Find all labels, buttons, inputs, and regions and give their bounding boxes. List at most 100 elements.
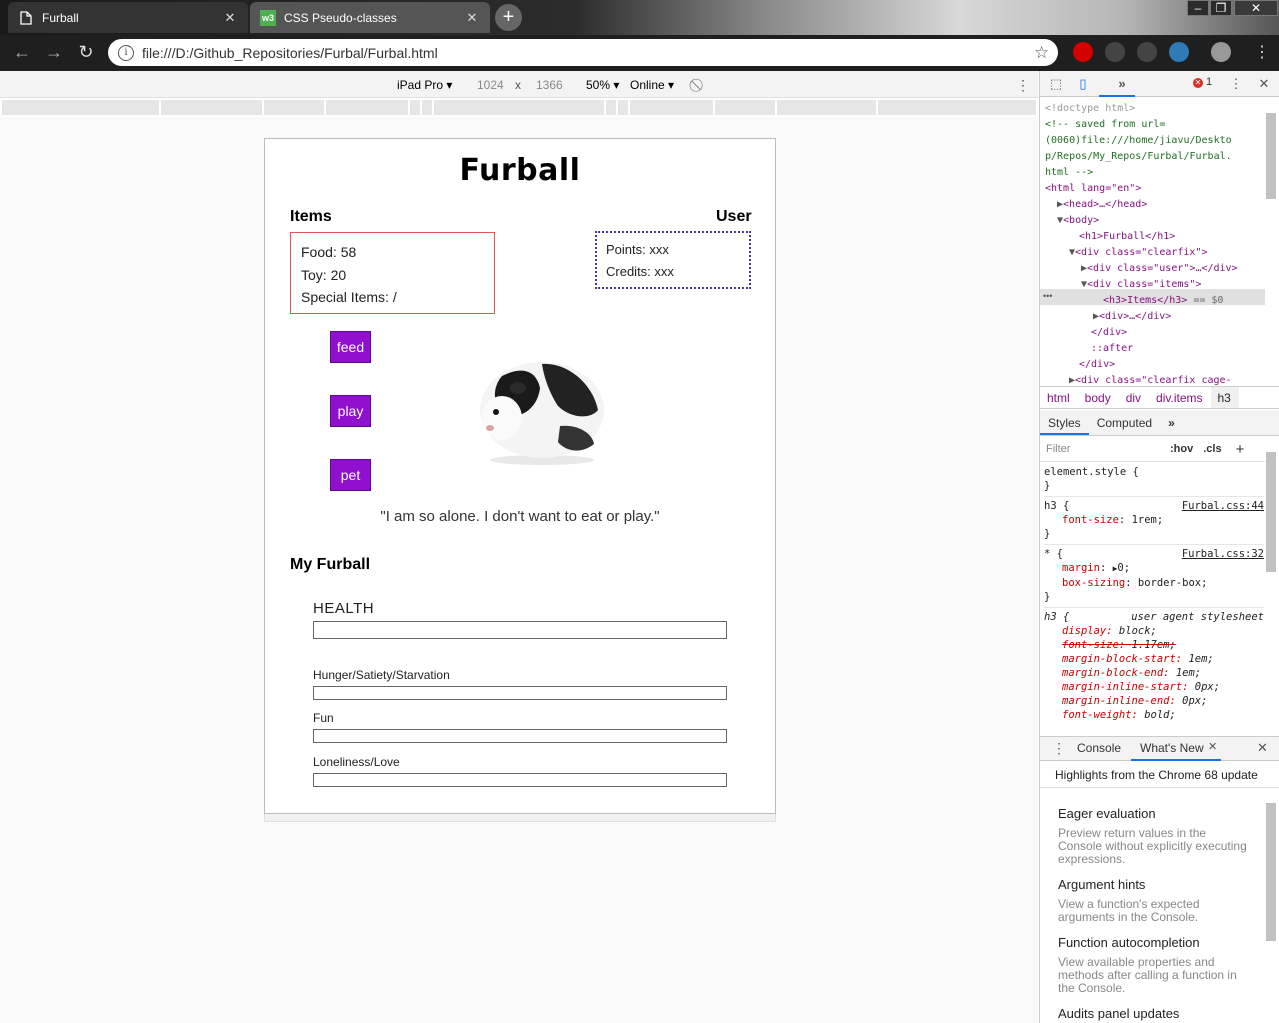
dom-node-h3-selected[interactable]: <h3>Items</h3> == $0 bbox=[1045, 293, 1265, 309]
food-count: Food: 58 bbox=[301, 244, 357, 260]
devtools-close-icon[interactable]: ✕ bbox=[1256, 76, 1272, 92]
new-tab-button[interactable]: + bbox=[495, 4, 522, 31]
rule-element-style[interactable]: element.style { } bbox=[1044, 463, 1264, 497]
close-icon[interactable]: ✕ bbox=[222, 10, 238, 26]
more-options-icon[interactable]: ⋮ bbox=[1016, 77, 1030, 93]
more-tabs-icon[interactable]: » bbox=[1160, 410, 1183, 435]
rule-close: } bbox=[1044, 480, 1051, 492]
breadcrumb-item[interactable]: body bbox=[1078, 387, 1119, 408]
info-icon[interactable]: i bbox=[118, 44, 134, 61]
breadcrumb-item[interactable]: div bbox=[1119, 387, 1149, 408]
user-panel: Points: xxx Credits: xxx bbox=[595, 231, 751, 289]
style-rules: element.style { } h3 { Furbal.css:44 fon… bbox=[1044, 463, 1264, 725]
rule-source-link[interactable]: Furbal.css:44 bbox=[1182, 499, 1264, 513]
tab-title: Furball bbox=[42, 10, 79, 25]
width-field[interactable]: 1024 bbox=[477, 77, 504, 93]
whats-new-label: What's New bbox=[1140, 741, 1204, 755]
rule-source-link[interactable]: Furbal.css:32 bbox=[1182, 547, 1264, 561]
feature-title[interactable]: Function autocompletion bbox=[1058, 935, 1200, 950]
breadcrumb-item[interactable]: html bbox=[1040, 387, 1078, 408]
extension-icon[interactable] bbox=[1169, 42, 1189, 62]
dom-scrollbar[interactable] bbox=[1266, 113, 1276, 199]
rule-user-agent[interactable]: h3 { user agent stylesheet display: bloc… bbox=[1044, 608, 1264, 725]
device-mode-icon[interactable]: ▯ bbox=[1075, 76, 1091, 92]
zoom-select[interactable]: 50% ▾ bbox=[586, 77, 619, 93]
rule-universal[interactable]: * { Furbal.css:32 margin: ▶0; box-sizing… bbox=[1044, 545, 1264, 608]
user-heading: User bbox=[716, 208, 752, 225]
toy-count: Toy: 20 bbox=[301, 266, 347, 283]
bookmark-star-icon[interactable]: ☆ bbox=[1034, 43, 1058, 63]
menu-icon[interactable]: ⋮ bbox=[1254, 42, 1270, 62]
close-icon[interactable]: ✕ bbox=[464, 10, 480, 26]
rule-declaration[interactable]: box-sizing: border-box; bbox=[1044, 576, 1264, 590]
feature-title[interactable]: Audits panel updates bbox=[1058, 1006, 1179, 1021]
dom-node-items[interactable]: ▼<div class="items"> bbox=[1045, 277, 1265, 293]
forward-button[interactable]: → bbox=[42, 41, 66, 65]
rule-declaration[interactable]: font-size: 1rem; bbox=[1044, 513, 1264, 527]
device-select[interactable]: iPad Pro ▾ bbox=[397, 77, 452, 93]
maximize-button[interactable]: ❐ bbox=[1210, 0, 1232, 16]
drawer-menu-icon[interactable]: ⋮ bbox=[1052, 740, 1066, 757]
add-rule-icon[interactable]: + bbox=[1236, 441, 1245, 458]
pet-button[interactable]: pet bbox=[330, 459, 371, 491]
inspect-element-icon[interactable]: ⬚ bbox=[1048, 76, 1064, 92]
dom-node-clearfix[interactable]: ▼<div class="clearfix"> bbox=[1045, 245, 1265, 261]
address-bar[interactable]: i file:///D:/Github_Repositories/Furbal/… bbox=[108, 39, 1058, 66]
tab-title: CSS Pseudo-classes bbox=[284, 10, 397, 25]
dom-node-body[interactable]: ▼<body> bbox=[1045, 213, 1265, 229]
more-tabs-icon[interactable]: » bbox=[1114, 76, 1130, 92]
error-icon[interactable]: ✕ bbox=[1193, 78, 1203, 88]
styles-scrollbar[interactable] bbox=[1266, 452, 1276, 572]
tab-console[interactable]: Console bbox=[1077, 741, 1121, 755]
guinea-pig-image bbox=[480, 362, 604, 465]
rule-h3[interactable]: h3 { Furbal.css:44 font-size: 1rem; } bbox=[1044, 497, 1264, 545]
network-select[interactable]: Online ▾ bbox=[630, 77, 674, 93]
feature-title[interactable]: Eager evaluation bbox=[1058, 806, 1156, 821]
window-close-button[interactable]: ✕ bbox=[1234, 0, 1278, 16]
tab-furball[interactable]: Furball ✕ bbox=[8, 2, 248, 33]
tab-styles[interactable]: Styles bbox=[1040, 410, 1089, 435]
rule-declaration[interactable]: margin: ▶0; bbox=[1044, 561, 1264, 576]
profile-avatar[interactable] bbox=[1211, 42, 1231, 62]
dom-node-div[interactable]: ▶<div>…</div> bbox=[1045, 309, 1265, 325]
dom-node-close[interactable]: </div> bbox=[1045, 325, 1265, 341]
minimize-button[interactable]: – bbox=[1187, 0, 1209, 16]
dom-node-user[interactable]: ▶<div class="user">…</div> bbox=[1045, 261, 1265, 277]
dom-node-html[interactable]: <html lang="en"> bbox=[1045, 181, 1265, 197]
styles-tab-bar: Styles Computed » bbox=[1040, 410, 1279, 436]
play-button[interactable]: play bbox=[330, 395, 371, 427]
close-tab-icon[interactable]: ✕ bbox=[1208, 740, 1217, 753]
credits-value: Credits: xxx bbox=[606, 264, 674, 279]
rule-source-label: user agent stylesheet bbox=[1131, 611, 1264, 623]
dom-node-h1[interactable]: <h1>Furball</h1> bbox=[1045, 229, 1265, 245]
extension-icon[interactable] bbox=[1105, 42, 1125, 62]
devtools-menu-icon[interactable]: ⋮ bbox=[1228, 76, 1244, 92]
dimension-separator: x bbox=[515, 78, 521, 92]
tab-css-pseudo-classes[interactable]: w3 CSS Pseudo-classes ✕ bbox=[250, 2, 490, 33]
cls-toggle[interactable]: .cls bbox=[1203, 443, 1221, 455]
height-field[interactable]: 1366 bbox=[536, 77, 563, 93]
media-query-bar[interactable] bbox=[2, 100, 1036, 115]
filter-input[interactable]: Filter bbox=[1046, 443, 1158, 455]
rule-declaration: display: block; bbox=[1062, 625, 1157, 637]
whats-new-scrollbar[interactable] bbox=[1266, 803, 1276, 941]
dom-node-head[interactable]: ▶<head>…</head> bbox=[1045, 197, 1265, 213]
hunger-label: Hunger/Satiety/Starvation bbox=[313, 668, 450, 682]
close-drawer-icon[interactable]: ✕ bbox=[1257, 740, 1268, 756]
hov-toggle[interactable]: :hov bbox=[1170, 443, 1193, 455]
document-icon bbox=[18, 10, 34, 26]
extension-icon[interactable] bbox=[1137, 42, 1157, 62]
dom-comment: p/Repos/My_Repos/Furbal/Furbal. bbox=[1045, 151, 1232, 162]
breadcrumb-item[interactable]: h3 bbox=[1210, 387, 1239, 408]
feature-description: View a function's expected arguments in … bbox=[1058, 897, 1200, 924]
dom-node-after[interactable]: ::after bbox=[1045, 341, 1265, 357]
feed-button[interactable]: feed bbox=[330, 331, 371, 363]
extension-icon[interactable] bbox=[1073, 42, 1093, 62]
tab-computed[interactable]: Computed bbox=[1089, 410, 1160, 435]
feature-title[interactable]: Argument hints bbox=[1058, 877, 1145, 892]
dom-node-close[interactable]: </div> bbox=[1045, 357, 1265, 373]
reload-button[interactable]: ↻ bbox=[74, 41, 98, 65]
health-bar bbox=[313, 621, 727, 639]
back-button[interactable]: ← bbox=[10, 41, 34, 65]
breadcrumb-item[interactable]: div.items bbox=[1149, 387, 1210, 408]
